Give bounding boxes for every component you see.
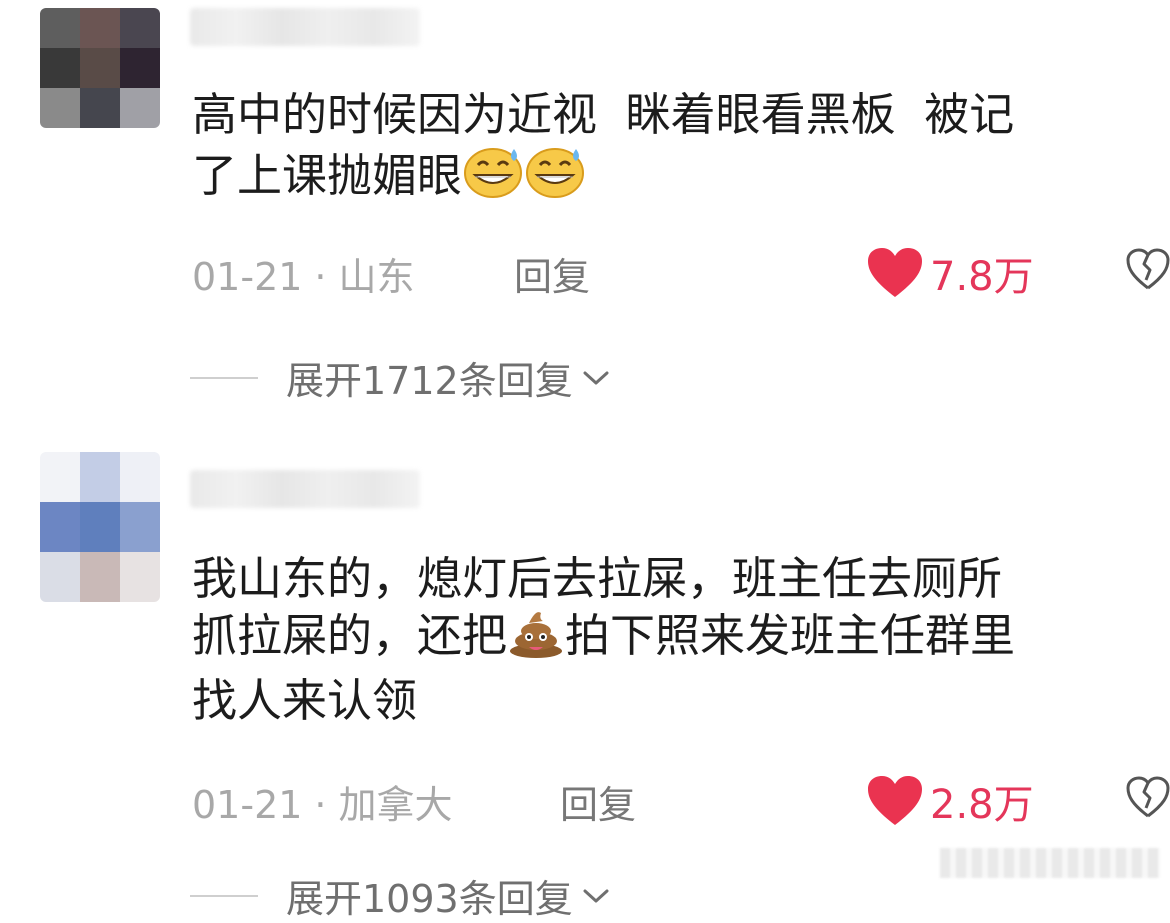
dislike-button[interactable] (1126, 776, 1170, 824)
comment-meta: 01-21 · 加拿大 (192, 774, 453, 829)
meta-separator: · (314, 783, 327, 827)
watermark-blurred (940, 848, 1160, 878)
chevron-down-icon (583, 371, 609, 384)
avatar[interactable] (40, 8, 160, 128)
comment-text-line: 抓拉屎的，还把 拍下照来发班主任群里 (192, 607, 1157, 672)
heart-icon (868, 248, 922, 297)
expand-replies-label: 展开1093条回复 (286, 877, 573, 921)
comment-text-line: 找人来认领 (192, 674, 418, 727)
comment-text-line: 了上课抛媚眼 (192, 143, 1157, 212)
avatar[interactable] (40, 452, 160, 602)
comment-text: 高中的时候因为近视 眯着眼看黑板 被记 了上课抛媚眼 (192, 86, 1157, 212)
like-button[interactable]: 2.8万 (866, 772, 1034, 830)
expand-replies-label: 展开1712条回复 (286, 359, 573, 403)
expand-replies-button[interactable]: 展开1712条回复 (190, 350, 611, 405)
expand-replies-button[interactable]: 展开1093条回复 (190, 868, 611, 923)
broken-heart-icon (1126, 248, 1170, 290)
dislike-button[interactable] (1126, 248, 1170, 296)
grinning-sweat-icon (462, 143, 524, 212)
reply-button[interactable]: 回复 (514, 246, 590, 301)
poop-icon (507, 607, 565, 672)
like-count: 2.8万 (930, 782, 1034, 828)
meta-separator: · (314, 255, 327, 299)
chevron-down-icon (583, 889, 609, 902)
like-count: 7.8万 (930, 254, 1034, 300)
comment-location: 山东 (338, 255, 415, 299)
username-blurred[interactable] (190, 470, 420, 508)
comment-meta: 01-21 · 山东 (192, 246, 415, 301)
comment-date: 01-21 (192, 783, 303, 827)
reply-button[interactable]: 回复 (560, 774, 636, 829)
grinning-sweat-icon (524, 143, 586, 212)
like-button[interactable]: 7.8万 (866, 244, 1034, 302)
comment-location: 加拿大 (338, 783, 453, 827)
broken-heart-icon (1126, 776, 1170, 818)
comment-text: 我山东的，熄灯后去拉屎，班主任去厕所 抓拉屎的，还把 拍下照来发班主任群里 找人… (192, 550, 1157, 729)
comment-text-line: 我山东的，熄灯后去拉屎，班主任去厕所 (192, 552, 1003, 605)
heart-icon (868, 776, 922, 825)
comment-text-line: 高中的时候因为近视 眯着眼看黑板 被记 (192, 88, 1015, 141)
username-blurred[interactable] (190, 8, 420, 46)
comment-date: 01-21 (192, 255, 303, 299)
divider-line (190, 376, 258, 379)
